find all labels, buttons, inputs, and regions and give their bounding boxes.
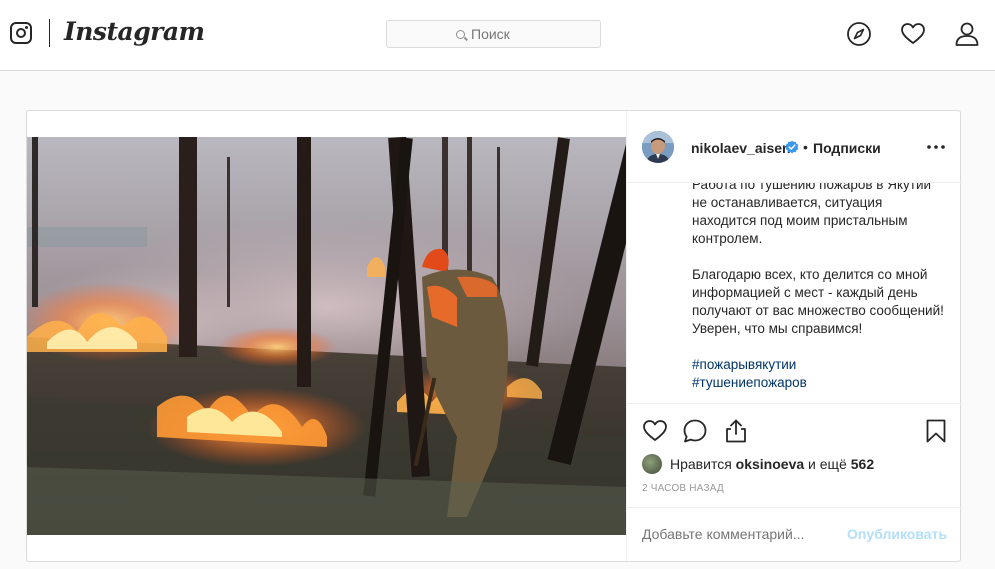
save-bookmark-icon[interactable] xyxy=(923,418,949,444)
post-actions xyxy=(627,404,962,458)
search-input[interactable] xyxy=(471,26,531,42)
verified-badge-icon xyxy=(785,140,799,154)
liker-avatar[interactable] xyxy=(642,454,662,474)
post-timestamp[interactable]: 2 часов назад xyxy=(642,483,724,494)
search-icon xyxy=(456,29,465,39)
post-header: nikolaev_aisen • Подписки xyxy=(627,111,962,183)
comment-input[interactable] xyxy=(642,526,842,542)
caption-scroll-area[interactable]: Работа по тушению пожаров в Якутии не ос… xyxy=(627,183,962,404)
compass-icon[interactable] xyxy=(846,21,872,47)
search-box[interactable] xyxy=(386,20,601,48)
caption-paragraph: Благодарю всех, кто делится со мной инфо… xyxy=(692,267,944,336)
post-card: nikolaev_aisen • Подписки Работа по туше… xyxy=(26,110,962,562)
add-comment-section: Опубликовать xyxy=(627,507,962,561)
heart-icon[interactable] xyxy=(900,21,926,47)
author-avatar-image xyxy=(642,131,674,163)
comment-bubble-icon[interactable] xyxy=(682,418,708,444)
caption-paragraph: Работа по тушению пожаров в Якутии не ос… xyxy=(692,183,932,246)
share-icon[interactable] xyxy=(723,418,749,444)
header-separator: • xyxy=(803,139,808,155)
like-heart-icon[interactable] xyxy=(642,418,668,444)
publish-comment-button[interactable]: Опубликовать xyxy=(847,526,947,542)
more-options-icon[interactable] xyxy=(927,145,945,149)
following-button[interactable]: Подписки xyxy=(813,140,881,156)
caption-text: Работа по тушению пожаров в Якутии не ос… xyxy=(692,183,947,392)
likes-middle: и ещё xyxy=(808,456,847,472)
forest-fire-image xyxy=(27,137,626,535)
hashtag-link[interactable]: #тушениепожаров xyxy=(692,374,947,392)
top-navigation-bar: Instagram xyxy=(0,0,995,71)
likes-summary: Нравится oksinoeva и ещё 562 xyxy=(642,453,874,475)
post-photo[interactable] xyxy=(27,137,626,535)
instagram-glyph-icon[interactable] xyxy=(10,22,32,44)
logo-divider xyxy=(49,19,50,47)
profile-icon[interactable] xyxy=(954,21,980,47)
author-avatar[interactable] xyxy=(642,131,674,163)
hashtag-link[interactable]: #пожарывякутии xyxy=(692,356,947,374)
liker-username[interactable]: oksinoeva xyxy=(736,456,804,472)
author-username[interactable]: nikolaev_aisen xyxy=(691,140,791,156)
likes-prefix: Нравится xyxy=(670,456,732,472)
post-sidebar: nikolaev_aisen • Подписки Работа по туше… xyxy=(626,111,962,561)
instagram-wordmark-logo[interactable]: Instagram xyxy=(64,17,205,46)
likes-count[interactable]: 562 xyxy=(851,456,874,472)
